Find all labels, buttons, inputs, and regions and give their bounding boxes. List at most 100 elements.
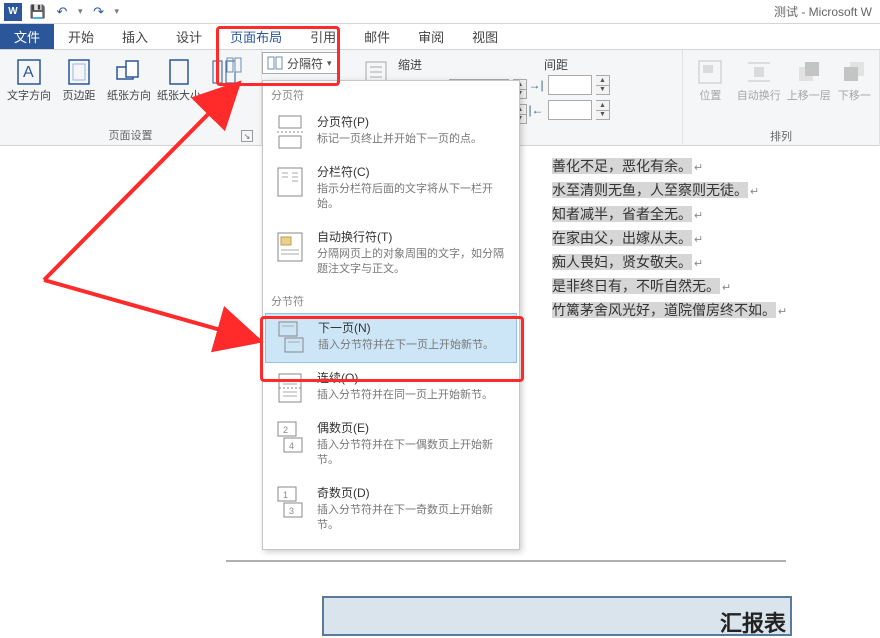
text-line: 知者减半，省者全无。 — [552, 206, 692, 222]
breaks-button[interactable]: 分隔符 ▾ — [262, 52, 338, 74]
report-title: 汇报表 — [720, 606, 786, 638]
size-button[interactable]: 纸张大小 — [156, 54, 202, 105]
indent-label: 缩进 — [398, 56, 422, 73]
menu-item-title: 连续(O) — [317, 369, 509, 386]
paragraph-mark-icon: ↵ — [694, 258, 703, 270]
send-backward-button[interactable]: 下移一 — [836, 54, 873, 105]
group-page-setup-label: 页面设置 ↘ — [6, 125, 255, 143]
text-line: 水至清则无鱼，人至察则无徒。 — [552, 182, 748, 198]
window-title: 测试 - Microsoft W — [774, 3, 876, 20]
text-line: 是非终日有，不听自然无。 — [552, 278, 720, 294]
breaks-label: 分隔符 — [287, 55, 323, 72]
undo-more-icon[interactable]: ▾ — [78, 6, 83, 17]
column-break-icon — [273, 163, 307, 197]
paragraph-mark-icon: ↵ — [750, 186, 759, 198]
redo-icon[interactable]: ↷ — [91, 4, 107, 20]
columns-label: 分 — [219, 90, 230, 103]
size-label: 纸张大小 — [157, 90, 201, 103]
next-page-icon — [274, 319, 308, 353]
svg-text:1: 1 — [283, 490, 288, 500]
position-icon — [694, 56, 726, 88]
even-page-icon: 24 — [273, 419, 307, 453]
dropdown-section-section-breaks: 分节符 — [263, 287, 519, 313]
menu-item-odd-page[interactable]: 13 奇数页(D) 插入分节符并在下一奇数页上开始新节。 — [263, 478, 519, 543]
margins-button[interactable]: 页边距 — [56, 54, 102, 105]
page-break-icon — [273, 113, 307, 147]
indent-left-spinner[interactable]: ▲▼ — [596, 75, 610, 95]
text-direction-label: 文字方向 — [7, 90, 51, 103]
group-arrange-label: 排列 — [689, 126, 873, 144]
indent-right-spinner[interactable]: ▲▼ — [596, 100, 610, 120]
breaks-caret-icon: ▾ — [327, 58, 332, 69]
orientation-label: 纸张方向 — [107, 90, 151, 103]
menu-item-text-wrapping-break[interactable]: 自动换行符(T) 分隔网页上的对象周围的文字，如分隔题注文字与正文。 — [263, 222, 519, 287]
tab-home[interactable]: 开始 — [54, 24, 108, 49]
text-line: 在家由父，出嫁从夫。 — [552, 230, 692, 246]
quick-access-toolbar: W 💾 ↶ ▾ ↷ ▾ 测试 - Microsoft W — [0, 0, 880, 24]
wrap-text-button[interactable]: 自动换行 — [736, 54, 782, 105]
tab-references[interactable]: 引用 — [296, 24, 350, 49]
odd-page-icon: 13 — [273, 484, 307, 518]
tab-page-layout[interactable]: 页面布局 — [216, 24, 296, 49]
position-button[interactable]: 位置 — [689, 54, 732, 105]
dropdown-section-page-breaks: 分页符 — [263, 81, 519, 107]
breaks-icon — [267, 56, 283, 70]
paragraph-mark-icon: ↵ — [694, 210, 703, 222]
svg-text:A: A — [23, 64, 34, 81]
paragraph-mark-icon: ↵ — [694, 234, 703, 246]
menu-item-desc: 插入分节符并在下一页上开始新节。 — [318, 338, 508, 353]
undo-icon[interactable]: ↶ — [54, 4, 70, 20]
spacing-label: 间距 — [544, 56, 568, 73]
wrap-text-label: 自动换行 — [737, 90, 781, 103]
qat-customize-icon[interactable]: ▾ — [115, 6, 120, 17]
tab-mailings[interactable]: 邮件 — [350, 24, 404, 49]
orientation-icon — [113, 56, 145, 88]
position-label: 位置 — [699, 90, 721, 103]
text-line: 竹篱茅舍风光好，道院僧房终不如。 — [552, 302, 776, 318]
document-content[interactable]: 善化不足，恶化有余。↵ 水至清则无鱼，人至察则无徒。↵ 知者减半，省者全无。↵ … — [552, 155, 872, 323]
tab-insert[interactable]: 插入 — [108, 24, 162, 49]
breaks-dropdown-menu: 分页符 分页符(P) 标记一页终止并开始下一页的点。 分栏符(C) 指示分栏符后… — [262, 80, 520, 550]
tab-review[interactable]: 审阅 — [404, 24, 458, 49]
menu-item-next-page[interactable]: 下一页(N) 插入分节符并在下一页上开始新节。 — [265, 313, 517, 363]
svg-text:3: 3 — [289, 506, 294, 516]
bring-forward-icon — [793, 56, 825, 88]
menu-item-desc: 插入分节符并在同一页上开始新节。 — [317, 388, 509, 403]
text-wrapping-break-icon — [273, 228, 307, 262]
tab-file[interactable]: 文件 — [0, 24, 54, 49]
menu-item-desc: 标记一页终止并开始下一页的点。 — [317, 132, 509, 147]
menu-item-column-break[interactable]: 分栏符(C) 指示分栏符后面的文字将从下一栏开始。 — [263, 157, 519, 222]
orientation-button[interactable]: 纸张方向 — [106, 54, 152, 105]
menu-item-desc: 插入分节符并在下一偶数页上开始新节。 — [317, 438, 509, 468]
send-backward-label: 下移一 — [838, 90, 871, 103]
menu-item-page-break[interactable]: 分页符(P) 标记一页终止并开始下一页的点。 — [263, 107, 519, 157]
indent-right-icon: |← — [528, 102, 544, 118]
word-icon: W — [4, 3, 22, 21]
indent-left-input[interactable] — [548, 75, 592, 95]
menu-item-title: 分页符(P) — [317, 113, 509, 130]
menu-item-title: 分栏符(C) — [317, 163, 509, 180]
tab-design[interactable]: 设计 — [162, 24, 216, 49]
menu-item-title: 自动换行符(T) — [317, 228, 509, 245]
menu-item-desc: 分隔网页上的对象周围的文字，如分隔题注文字与正文。 — [317, 247, 509, 277]
menu-item-continuous[interactable]: 连续(O) 插入分节符并在同一页上开始新节。 — [263, 363, 519, 413]
indent-right-input[interactable] — [548, 100, 592, 120]
text-line: 痴人畏妇，贤女敬夫。 — [552, 254, 692, 270]
page-setup-launcher-icon[interactable]: ↘ — [241, 130, 253, 142]
group-arrange: 位置 自动换行 上移一层 下移一 排列 — [682, 50, 880, 146]
save-icon[interactable]: 💾 — [30, 4, 46, 20]
columns-small-button[interactable] — [222, 54, 246, 76]
wrap-text-icon — [743, 56, 775, 88]
text-direction-button[interactable]: A 文字方向 — [6, 54, 52, 105]
tab-view[interactable]: 视图 — [458, 24, 512, 49]
svg-text:2: 2 — [283, 425, 288, 435]
send-backward-icon — [838, 56, 870, 88]
text-line: 善化不足，恶化有余。 — [552, 158, 692, 174]
menu-item-even-page[interactable]: 24 偶数页(E) 插入分节符并在下一偶数页上开始新节。 — [263, 413, 519, 478]
ribbon-tabs: 文件 开始 插入 设计 页面布局 引用 邮件 审阅 视图 — [0, 24, 880, 50]
paragraph-mark-icon: ↵ — [778, 306, 787, 318]
bring-forward-button[interactable]: 上移一层 — [786, 54, 832, 105]
continuous-icon — [273, 369, 307, 403]
paragraph-mark-icon: ↵ — [694, 162, 703, 174]
paragraph-mark-icon: ↵ — [722, 282, 731, 294]
